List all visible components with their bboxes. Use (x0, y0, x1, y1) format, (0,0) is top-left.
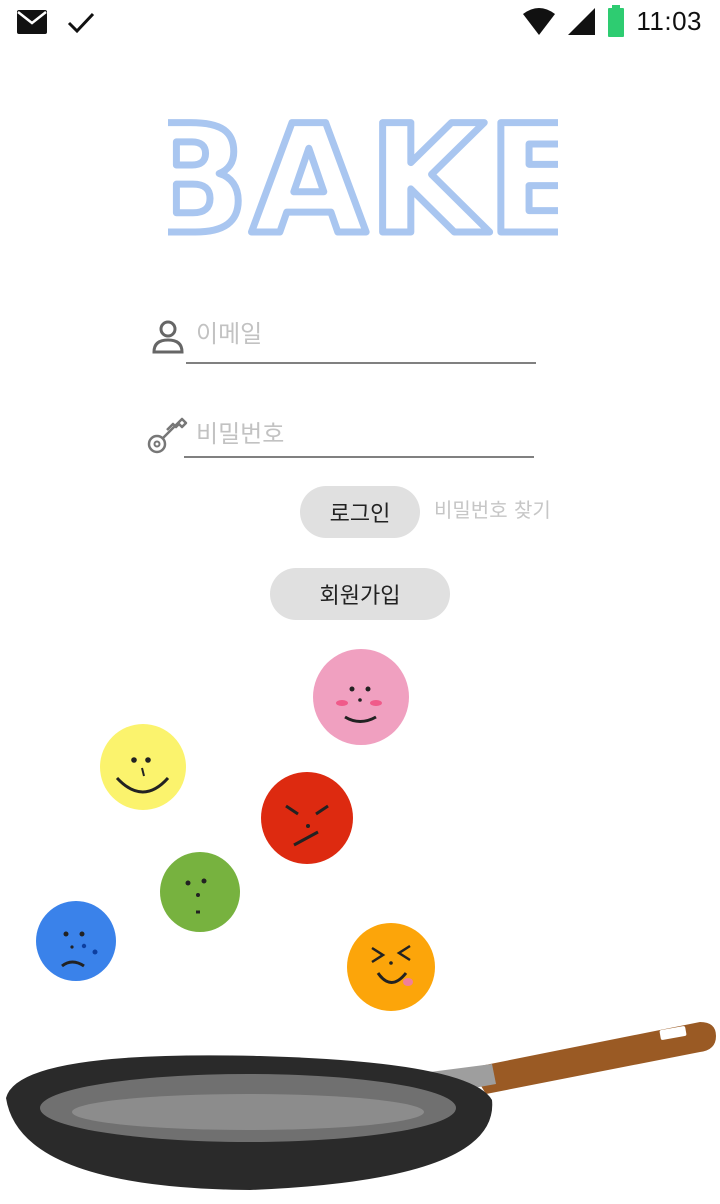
wifi-icon (523, 8, 556, 35)
pink-face (313, 649, 409, 745)
frying-pan (6, 1022, 716, 1190)
status-left-icons (16, 9, 96, 35)
login-button[interactable]: 로그인 (300, 486, 420, 538)
red-face (261, 772, 353, 864)
password-input[interactable] (196, 420, 516, 448)
password-field-group (146, 412, 546, 472)
signup-button[interactable]: 회원가입 (270, 568, 450, 620)
logo-text: BAKE (168, 94, 558, 252)
status-time: 11:03 (636, 5, 702, 36)
key-icon (147, 417, 188, 454)
status-bar: 11:03 (0, 0, 720, 48)
email-field-group (148, 312, 548, 372)
orange-face (347, 923, 435, 1011)
yellow-face (100, 724, 186, 810)
green-face (160, 852, 240, 932)
status-right-icons: 11:03 (522, 4, 702, 38)
email-input[interactable] (196, 320, 516, 348)
blue-face (36, 901, 116, 981)
cell-signal-icon (568, 8, 596, 35)
email-underline (186, 362, 536, 364)
password-underline (184, 456, 534, 458)
check-icon (67, 12, 95, 34)
app-logo: BAKE (131, 91, 593, 272)
battery-icon (608, 5, 625, 37)
person-icon (152, 320, 184, 354)
mail-icon (17, 10, 47, 34)
find-password-link[interactable]: 비밀번호 찾기 (434, 494, 551, 523)
pan-illustration (0, 640, 720, 1200)
